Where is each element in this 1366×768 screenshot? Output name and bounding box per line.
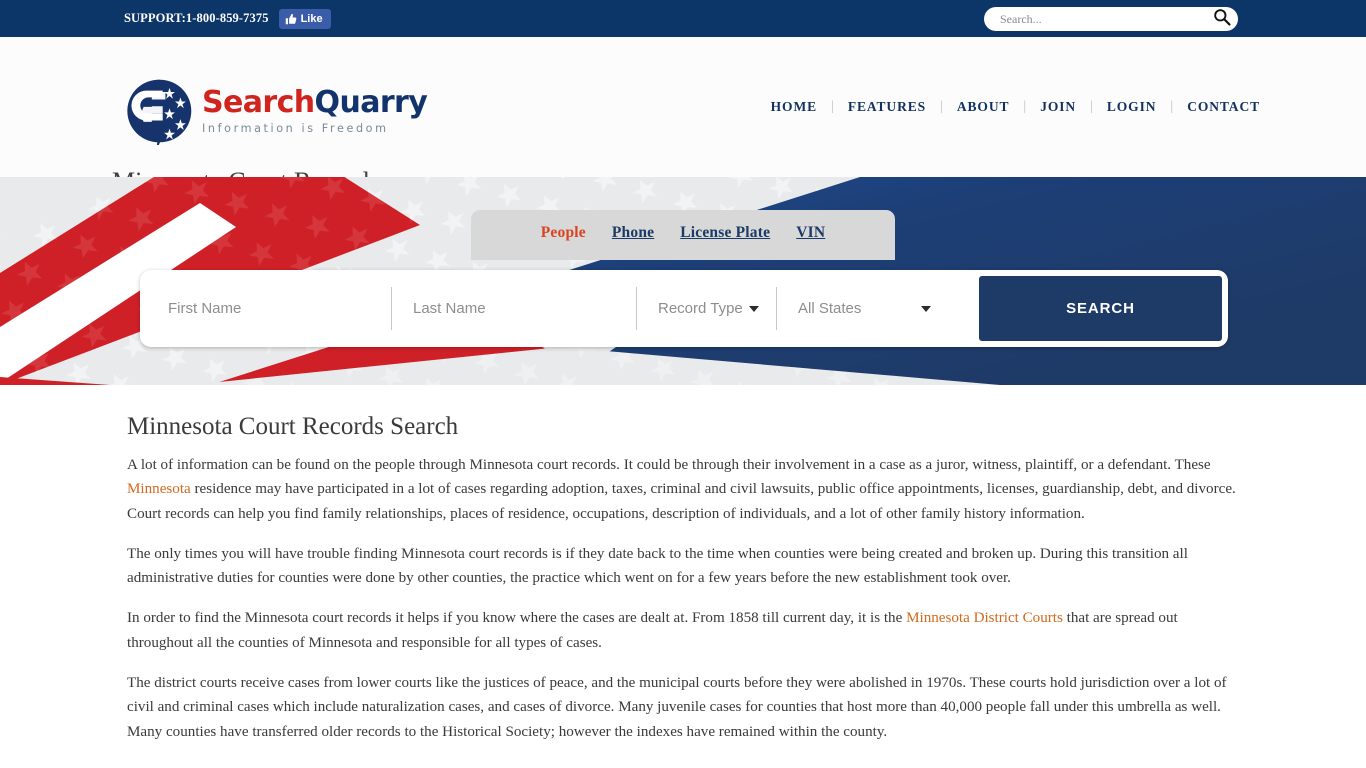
main-navigation: HOME | FEATURES | ABOUT | JOIN | LOGIN |… xyxy=(757,99,1274,115)
article-paragraph-2: The only times you will have trouble fin… xyxy=(127,545,1188,587)
tab-license-plate[interactable]: License Plate xyxy=(680,224,770,242)
nav-item-features[interactable]: FEATURES xyxy=(834,99,940,115)
site-header: SearchQuarry Information is Freedom HOME… xyxy=(0,37,1366,196)
chevron-down-icon xyxy=(748,305,759,312)
search-type-tabs: People Phone License Plate VIN xyxy=(471,210,895,260)
article-paragraph-1: A lot of information can be found on the… xyxy=(127,453,1239,526)
article-paragraph-4: The district courts receive cases from l… xyxy=(127,675,1227,740)
logo-wordmark: SearchQuarry Information is Freedom xyxy=(202,84,428,135)
state-select[interactable]: All States xyxy=(776,276,945,341)
logo-title: SearchQuarry xyxy=(202,84,428,120)
support-group: SUPPORT:1-800-859-7375 Like xyxy=(124,8,331,29)
search-input[interactable] xyxy=(998,10,1212,28)
nav-item-login[interactable]: LOGIN xyxy=(1093,99,1171,115)
tab-people[interactable]: People xyxy=(541,224,586,242)
logo-title-search: Search xyxy=(202,84,315,120)
first-name-input[interactable] xyxy=(146,276,391,341)
article-content: Minnesota Court Records Search A lot of … xyxy=(127,385,1239,744)
facebook-like-label: Like xyxy=(300,12,323,25)
article-paragraph-3: In order to find the Minnesota court rec… xyxy=(127,606,1239,655)
thumbs-up-icon xyxy=(285,13,297,25)
state-field[interactable]: All States xyxy=(776,276,945,341)
record-type-select[interactable]: Record Type xyxy=(636,276,776,341)
nav-item-contact[interactable]: CONTACT xyxy=(1173,99,1274,115)
logo-title-quarry: Quarry xyxy=(314,84,428,120)
p1-text-a: A lot of information can be found on the… xyxy=(127,457,1211,473)
p3-text-a: In order to find the Minnesota court rec… xyxy=(127,610,907,627)
chevron-down-icon xyxy=(921,305,931,312)
nav-item-join[interactable]: JOIN xyxy=(1026,99,1090,115)
facebook-like-button[interactable]: Like xyxy=(278,8,331,29)
last-name-field[interactable] xyxy=(391,276,636,341)
first-name-field[interactable] xyxy=(146,276,391,341)
tab-phone[interactable]: Phone xyxy=(612,224,654,242)
record-type-label: Record Type xyxy=(658,300,743,317)
tab-vin[interactable]: VIN xyxy=(796,224,825,242)
minnesota-link[interactable]: Minnesota xyxy=(127,481,191,497)
minnesota-district-courts-link[interactable]: Minnesota District Courts xyxy=(906,610,1063,626)
article-heading: Minnesota Court Records Search xyxy=(127,413,459,440)
record-type-field[interactable]: Record Type xyxy=(636,276,776,341)
support-bar: SUPPORT:1-800-859-7375 Like xyxy=(0,0,1366,37)
logo-tagline: Information is Freedom xyxy=(202,121,389,135)
p1-text-b: residence may have participated in a lot… xyxy=(127,481,1236,522)
magnifier-icon[interactable] xyxy=(1212,7,1232,32)
nav-item-home[interactable]: HOME xyxy=(757,99,831,115)
site-search[interactable] xyxy=(984,7,1238,31)
state-label: All States xyxy=(798,300,862,317)
site-logo[interactable]: SearchQuarry Information is Freedom xyxy=(126,77,428,145)
nav-item-about[interactable]: ABOUT xyxy=(943,99,1024,115)
support-phone: SUPPORT:1-800-859-7375 xyxy=(124,11,269,25)
people-search-form: Record Type All States SEARCH xyxy=(140,270,1228,347)
searchquarry-logo-icon xyxy=(127,79,192,145)
search-button[interactable]: SEARCH xyxy=(979,276,1222,341)
last-name-input[interactable] xyxy=(391,276,636,341)
